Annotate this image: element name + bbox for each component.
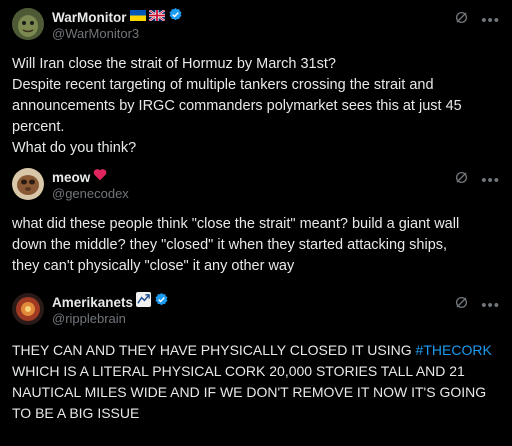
author-handle[interactable]: @ripplebrain <box>52 311 126 326</box>
uk-flag-icon <box>147 8 166 26</box>
text-line: NAUTICAL MILES WIDE AND IF WE DON'T REMO… <box>12 384 487 400</box>
post-1: WarMonitor @WarMonitor3 ••• Will Iran cl… <box>0 0 512 160</box>
ua-flag-icon <box>129 8 146 26</box>
red-heart-icon <box>93 168 107 186</box>
hashtag-link[interactable]: #THECORK <box>416 342 492 358</box>
post-text: what did these people think "close the s… <box>12 214 500 277</box>
avatar[interactable] <box>12 168 44 200</box>
author-name[interactable]: Amerikanets <box>52 295 133 310</box>
author-name[interactable]: meow <box>52 170 90 185</box>
text-line: TO BE A BIG ISSUE <box>12 405 140 421</box>
post-text: THEY CAN AND THEY HAVE PHYSICALLY CLOSED… <box>12 340 500 424</box>
text-line: WHICH IS A LITERAL PHYSICAL CORK 20,000 … <box>12 363 465 379</box>
text-segment: THEY CAN AND THEY HAVE PHYSICALLY CLOSED… <box>12 342 416 358</box>
avatar[interactable] <box>12 8 44 40</box>
grok-icon[interactable] <box>454 295 469 315</box>
grok-icon[interactable] <box>454 170 469 190</box>
text-line: what did these people think "close the s… <box>12 216 460 232</box>
grok-icon[interactable] <box>454 10 469 30</box>
author-handle[interactable]: @WarMonitor3 <box>52 26 139 41</box>
verified-icon <box>154 292 169 312</box>
more-icon[interactable]: ••• <box>481 298 500 313</box>
post-3: Amerikanets @ripplebrain ••• THEY CAN AN… <box>0 285 512 446</box>
avatar[interactable] <box>12 293 44 325</box>
text-line: they can't physically "close" it any oth… <box>12 258 295 274</box>
post-text: Will Iran close the strait of Hormuz by … <box>12 54 500 159</box>
chart-icon <box>136 292 152 312</box>
text-line: What do you think? <box>12 140 137 156</box>
more-icon[interactable]: ••• <box>481 13 500 28</box>
text-line: Despite recent targeting of multiple tan… <box>12 77 434 93</box>
verified-icon <box>168 7 183 27</box>
text-line: Will Iran close the strait of Hormuz by … <box>12 56 336 72</box>
author-name[interactable]: WarMonitor <box>52 10 127 25</box>
text-line: down the middle? they "closed" it when t… <box>12 237 448 253</box>
author-handle[interactable]: @genecodex <box>52 186 129 201</box>
text-line: percent. <box>12 119 65 135</box>
text-line: announcements by IRGC commanders polymar… <box>12 98 462 114</box>
post-2: meow @genecodex ••• what did these peopl… <box>0 160 512 285</box>
more-icon[interactable]: ••• <box>481 173 500 188</box>
text-line: THEY CAN AND THEY HAVE PHYSICALLY CLOSED… <box>12 340 500 361</box>
